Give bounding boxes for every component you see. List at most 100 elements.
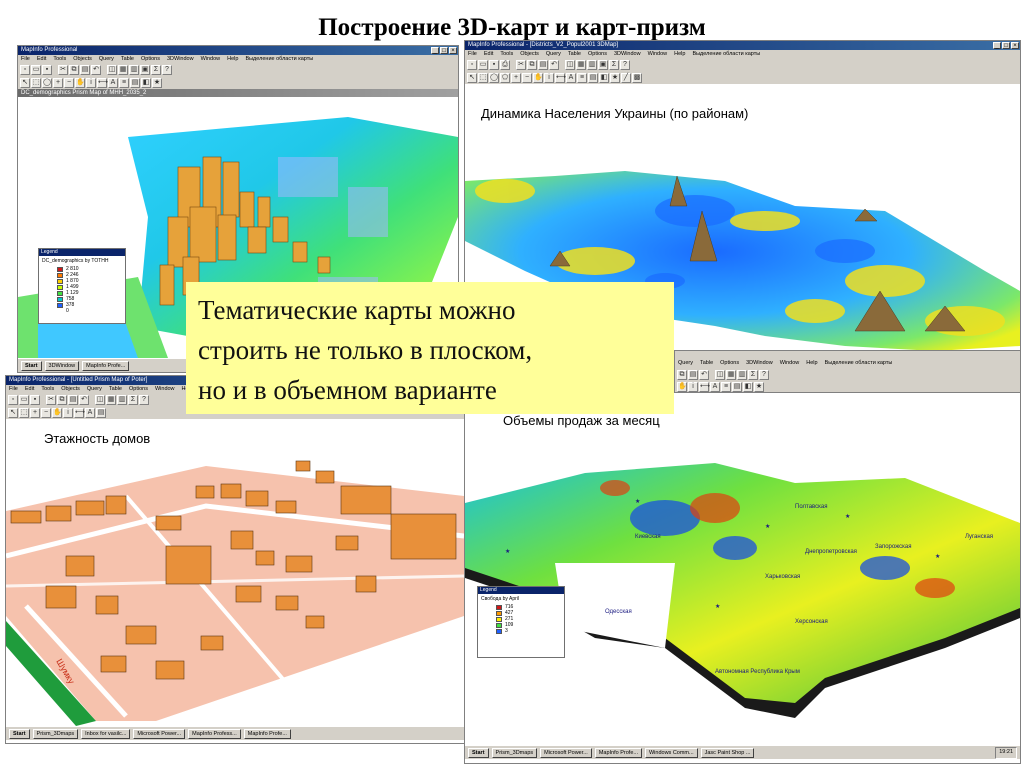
zoom-in-icon[interactable]: +	[511, 72, 521, 83]
new-icon[interactable]: ▫	[467, 59, 477, 70]
save-icon[interactable]: ▪	[42, 64, 52, 75]
select-arrow-icon[interactable]: ↖	[8, 407, 18, 418]
menu-3dwindow[interactable]: 3DWindow	[614, 50, 641, 58]
menu-edit[interactable]: Edit	[37, 55, 46, 63]
menu-options[interactable]: Options	[720, 359, 739, 367]
menu-help[interactable]: Help	[806, 359, 817, 367]
menu-window[interactable]: Window	[780, 359, 800, 367]
menu-tools[interactable]: Tools	[41, 385, 54, 393]
legend-window[interactable]: Legend DC_demographics by TOTHH 2 810 2 2…	[38, 248, 126, 324]
marquee-select-icon[interactable]: ⬚	[19, 407, 29, 418]
grabber-icon[interactable]: ✋	[677, 381, 687, 392]
statistics-icon[interactable]: Σ	[128, 394, 138, 405]
menu-query[interactable]: Query	[99, 55, 114, 63]
copy-icon[interactable]: ⧉	[57, 394, 67, 405]
new-mapper-icon[interactable]: ◫	[95, 394, 105, 405]
marquee-select-icon[interactable]: ⬚	[31, 77, 41, 88]
new-browser-icon[interactable]: ▦	[576, 59, 586, 70]
menu-select-area[interactable]: Выделение области карты	[825, 359, 893, 367]
legend-icon[interactable]: ▤	[96, 407, 106, 418]
zoom-in-icon[interactable]: +	[30, 407, 40, 418]
legend-icon[interactable]: ▤	[732, 381, 742, 392]
new-layout-icon[interactable]: ▣	[140, 64, 150, 75]
paste-icon[interactable]: ▤	[68, 394, 78, 405]
save-icon[interactable]: ▪	[489, 59, 499, 70]
ruler-icon[interactable]: ⟷	[555, 72, 566, 83]
open-icon[interactable]: ▭	[19, 394, 29, 405]
taskbar-item-windows-commander[interactable]: Windows Comm...	[644, 747, 698, 758]
grabber-icon[interactable]: ✋	[52, 407, 62, 418]
grabber-icon[interactable]: ✋	[533, 72, 543, 83]
menu-window[interactable]: Window	[155, 385, 175, 393]
line-style-icon[interactable]: ╱	[621, 72, 631, 83]
zoom-in-icon[interactable]: +	[53, 77, 63, 88]
ruler-icon[interactable]: ⟷	[699, 381, 710, 392]
paste-icon[interactable]: ▤	[538, 59, 548, 70]
start-button[interactable]: Start	[9, 728, 30, 739]
taskbar-item-powerpoint[interactable]: Microsoft Power...	[540, 747, 592, 758]
legend-icon[interactable]: ▤	[130, 77, 140, 88]
taskbar-item-powerpoint[interactable]: Microsoft Power...	[133, 728, 186, 739]
menu-edit[interactable]: Edit	[484, 50, 493, 58]
maximize-button[interactable]: □	[440, 47, 448, 54]
undo-icon[interactable]: ↶	[699, 369, 709, 380]
label-tool-icon[interactable]: A	[566, 72, 576, 83]
menu-options[interactable]: Options	[141, 55, 160, 63]
menu-query[interactable]: Query	[546, 50, 561, 58]
new-layout-icon[interactable]: ▣	[598, 59, 608, 70]
help-icon[interactable]: ?	[162, 64, 172, 75]
legend-window[interactable]: Legend Свобода by April 716 427 271 109 3	[477, 586, 565, 658]
menu-options[interactable]: Options	[129, 385, 148, 393]
symbol-icon[interactable]: ★	[610, 72, 620, 83]
menu-tools[interactable]: Tools	[500, 50, 513, 58]
info-tool-icon[interactable]: i	[86, 77, 96, 88]
copy-icon[interactable]: ⧉	[677, 369, 687, 380]
menu-objects[interactable]: Objects	[73, 55, 92, 63]
help-icon[interactable]: ?	[139, 394, 149, 405]
start-button[interactable]: Start	[468, 747, 489, 758]
menu-select-area[interactable]: Выделение области карты	[245, 55, 313, 63]
help-icon[interactable]: ?	[620, 59, 630, 70]
new-browser-icon[interactable]: ▦	[106, 394, 116, 405]
thematic-map-icon[interactable]: ◧	[599, 72, 609, 83]
select-arrow-icon[interactable]: ↖	[467, 72, 477, 83]
undo-icon[interactable]: ↶	[79, 394, 89, 405]
open-icon[interactable]: ▭	[478, 59, 488, 70]
document-titlebar[interactable]: DC_demographics Prism Map of MHH_2035_2	[18, 89, 458, 97]
new-browser-icon[interactable]: ▦	[118, 64, 128, 75]
menu-file[interactable]: File	[21, 55, 30, 63]
cut-icon[interactable]: ✂	[46, 394, 56, 405]
new-graph-icon[interactable]: ▥	[129, 64, 139, 75]
new-icon[interactable]: ▫	[20, 64, 30, 75]
minimize-button[interactable]: _	[431, 47, 439, 54]
layer-control-icon[interactable]: ≡	[721, 381, 731, 392]
new-graph-icon[interactable]: ▥	[737, 369, 747, 380]
menu-edit[interactable]: Edit	[25, 385, 34, 393]
new-mapper-icon[interactable]: ◫	[107, 64, 117, 75]
paste-icon[interactable]: ▤	[80, 64, 90, 75]
radius-select-icon[interactable]: ◯	[489, 72, 499, 83]
menu-window[interactable]: Window	[201, 55, 221, 63]
taskbar-item-3dwindow[interactable]: 3DWindow	[44, 360, 80, 371]
copy-icon[interactable]: ⧉	[69, 64, 79, 75]
taskbar-item-mapinfo[interactable]: MapInfo Profe...	[594, 747, 642, 758]
cut-icon[interactable]: ✂	[58, 64, 68, 75]
menu-table[interactable]: Table	[109, 385, 122, 393]
maximize-button[interactable]: □	[1002, 42, 1010, 49]
symbol-icon[interactable]: ★	[152, 77, 162, 88]
new-graph-icon[interactable]: ▥	[117, 394, 127, 405]
taskbar-item-paint-shop[interactable]: Jasc Paint Shop ...	[700, 747, 755, 758]
window-titlebar[interactable]: MapInfo Professional - [Districts_V2_Pop…	[465, 41, 1020, 50]
menu-3dwindow[interactable]: 3DWindow	[167, 55, 194, 63]
thematic-map-icon[interactable]: ◧	[743, 381, 753, 392]
statistics-icon[interactable]: Σ	[748, 369, 758, 380]
select-arrow-icon[interactable]: ↖	[20, 77, 30, 88]
menu-help[interactable]: Help	[674, 50, 685, 58]
copy-icon[interactable]: ⧉	[527, 59, 537, 70]
taskbar-item-prism-3dmaps[interactable]: Prism_3Dmaps	[491, 747, 538, 758]
zoom-out-icon[interactable]: −	[522, 72, 532, 83]
menu-table[interactable]: Table	[568, 50, 581, 58]
label-tool-icon[interactable]: A	[85, 407, 95, 418]
taskbar-item-mapinfo-1[interactable]: MapInfo Profess...	[188, 728, 241, 739]
label-tool-icon[interactable]: A	[710, 381, 720, 392]
